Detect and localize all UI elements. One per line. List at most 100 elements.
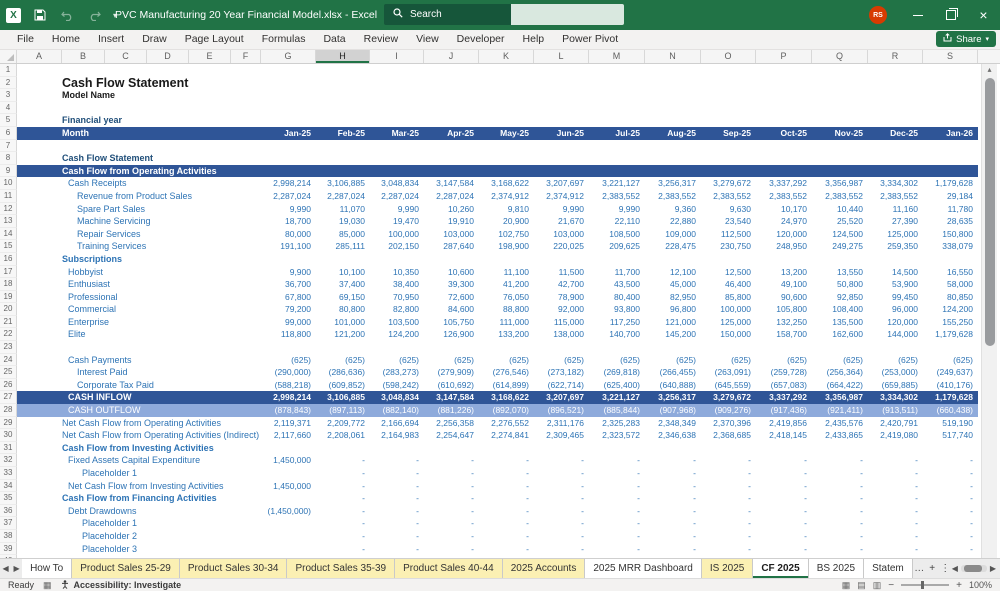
cell-value[interactable]: (921,411) — [812, 404, 868, 417]
row-header-13[interactable]: 13 — [0, 215, 17, 228]
cell-value[interactable]: - — [812, 530, 868, 543]
search-box[interactable]: Search — [384, 4, 624, 25]
cell-value[interactable]: - — [479, 492, 534, 505]
cell-value[interactable] — [261, 530, 316, 543]
cell-value[interactable]: - — [812, 480, 868, 493]
tab-options-icon[interactable]: ⋮ — [939, 559, 952, 578]
redo-icon[interactable] — [86, 7, 102, 23]
ribbon-tab-insert[interactable]: Insert — [89, 30, 133, 49]
cell-value[interactable]: 117,250 — [589, 316, 645, 329]
row-header-8[interactable]: 8 — [0, 152, 17, 165]
cell-value[interactable]: - — [756, 480, 812, 493]
cell-value[interactable]: 80,800 — [316, 303, 370, 316]
cell-value[interactable]: (657,083) — [756, 379, 812, 392]
cell-value[interactable]: 162,600 — [812, 328, 868, 341]
cell-value[interactable]: 13,550 — [812, 266, 868, 279]
cell-value[interactable]: - — [479, 454, 534, 467]
cell-value[interactable]: 3,221,127 — [589, 177, 645, 190]
cell-value[interactable]: - — [701, 530, 756, 543]
cell-value[interactable]: 82,950 — [645, 291, 701, 304]
select-all-corner[interactable] — [0, 50, 17, 63]
column-header-N[interactable]: N — [645, 50, 701, 63]
close-button[interactable]: × — [967, 0, 1000, 30]
cell-value[interactable]: 120,000 — [756, 228, 812, 241]
row-header-30[interactable]: 30 — [0, 429, 17, 442]
cell-value[interactable]: 3,356,987 — [812, 391, 868, 404]
cell-value[interactable]: - — [370, 543, 424, 556]
cell-value[interactable]: - — [589, 530, 645, 543]
cell-value[interactable]: 28,635 — [923, 215, 978, 228]
undo-icon[interactable] — [59, 7, 75, 23]
cell-value[interactable]: 2,323,572 — [589, 429, 645, 442]
cell-value[interactable]: 3,048,834 — [370, 391, 424, 404]
row-header-19[interactable]: 19 — [0, 291, 17, 304]
cell-value[interactable]: - — [645, 467, 701, 480]
cell-value[interactable]: 2,119,371 — [261, 417, 316, 430]
cell-value[interactable]: 150,800 — [923, 228, 978, 241]
cell-value[interactable]: 80,000 — [261, 228, 316, 241]
cell-value[interactable] — [261, 467, 316, 480]
row-header-17[interactable]: 17 — [0, 266, 17, 279]
ribbon-tab-draw[interactable]: Draw — [133, 30, 176, 49]
cell-value[interactable]: 3,256,317 — [645, 177, 701, 190]
cell-value[interactable]: 100,000 — [370, 228, 424, 241]
cell-commercial[interactable]: Commercial — [17, 303, 261, 316]
hscroll-left-icon[interactable]: ◀ — [952, 564, 958, 573]
cell-value[interactable]: - — [645, 517, 701, 530]
row-header-36[interactable]: 36 — [0, 505, 17, 518]
save-icon[interactable] — [32, 7, 48, 23]
cell-value[interactable]: - — [534, 492, 589, 505]
ribbon-tab-page-layout[interactable]: Page Layout — [176, 30, 253, 49]
macro-record-icon[interactable]: ▦ — [43, 580, 52, 591]
cell-value[interactable]: - — [645, 530, 701, 543]
cell-value[interactable]: Oct-25 — [756, 127, 812, 140]
cell-placeholder-1[interactable]: Placeholder 1 — [17, 467, 261, 480]
cell-value[interactable]: - — [645, 454, 701, 467]
cell-net-cash-flow-from-investing-activities[interactable]: Net Cash Flow from Investing Activities — [17, 480, 261, 493]
sheet-tab-is-2025[interactable]: IS 2025 — [702, 559, 753, 578]
cell-value[interactable]: 2,383,552 — [701, 190, 756, 203]
row-header-10[interactable]: 10 — [0, 177, 17, 190]
cell-value[interactable]: 2,287,024 — [370, 190, 424, 203]
sheet-tab-cf-2025[interactable]: CF 2025 — [753, 559, 808, 578]
cell-value[interactable]: - — [645, 543, 701, 556]
row-header-11[interactable]: 11 — [0, 190, 17, 203]
cell-value[interactable]: 11,070 — [316, 203, 370, 216]
cell-value[interactable]: 140,700 — [589, 328, 645, 341]
cell-value[interactable]: 112,500 — [701, 228, 756, 241]
zoom-out-button[interactable]: − — [888, 580, 894, 591]
row-header-21[interactable]: 21 — [0, 316, 17, 329]
cell-value[interactable]: Feb-25 — [316, 127, 370, 140]
cell-value[interactable]: 121,200 — [316, 328, 370, 341]
cell-value[interactable]: - — [923, 480, 978, 493]
cell-value[interactable]: - — [868, 467, 923, 480]
hscroll-track[interactable] — [961, 565, 987, 572]
cell-value[interactable]: (878,843) — [261, 404, 316, 417]
cell-value[interactable]: 19,910 — [424, 215, 479, 228]
cell-value[interactable]: 517,740 — [923, 429, 978, 442]
cell-value[interactable]: Nov-25 — [812, 127, 868, 140]
cell-value[interactable]: - — [645, 492, 701, 505]
cell-value[interactable]: 108,500 — [589, 228, 645, 241]
cell-value[interactable]: - — [701, 467, 756, 480]
cell-value[interactable]: 80,850 — [923, 291, 978, 304]
cell-value[interactable]: - — [701, 543, 756, 556]
cell-value[interactable]: 228,475 — [645, 240, 701, 253]
cell-value[interactable]: 2,433,865 — [812, 429, 868, 442]
cell-value[interactable]: (290,000) — [261, 366, 316, 379]
cell-value[interactable]: 2,208,061 — [316, 429, 370, 442]
cell-value[interactable]: 43,500 — [589, 278, 645, 291]
cell-value[interactable]: (625) — [479, 354, 534, 367]
cell-value[interactable]: 99,450 — [868, 291, 923, 304]
sheet-tab-product-sales-35-39[interactable]: Product Sales 35-39 — [287, 559, 395, 578]
cell-value[interactable]: (276,546) — [479, 366, 534, 379]
cell-value[interactable]: - — [589, 454, 645, 467]
cell-value[interactable]: 9,810 — [479, 203, 534, 216]
cell-interest-paid[interactable]: Interest Paid — [17, 366, 261, 379]
cell-value[interactable]: 145,200 — [645, 328, 701, 341]
cell-value[interactable]: 10,260 — [424, 203, 479, 216]
cell-value[interactable]: - — [923, 530, 978, 543]
sheet-tab-2025-mrr-dashboard[interactable]: 2025 MRR Dashboard — [585, 559, 702, 578]
cell-value[interactable]: - — [923, 454, 978, 467]
row-header-24[interactable]: 24 — [0, 354, 17, 367]
